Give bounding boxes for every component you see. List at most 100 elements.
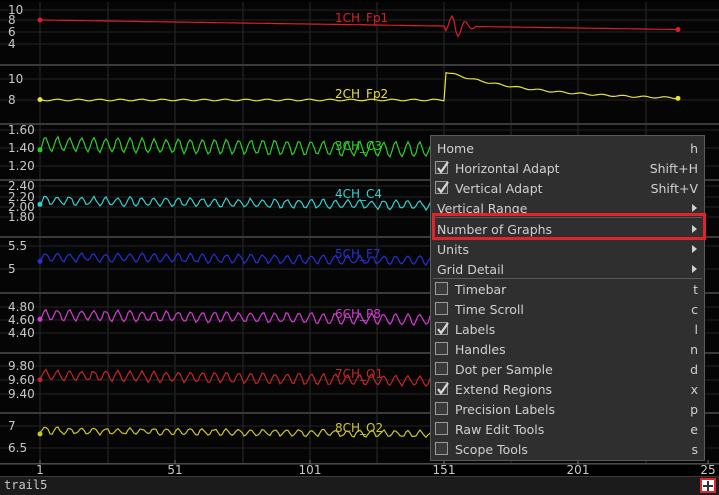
- x-axis-band: [0, 464, 719, 476]
- y-tick-label: 8: [8, 93, 16, 107]
- menu-item-shortcut: c: [691, 302, 698, 317]
- trace-name: trail5: [4, 478, 48, 492]
- checkbox[interactable]: [435, 181, 449, 194]
- checkmark-icon: [437, 322, 449, 335]
- menu-item-shortcut: n: [690, 342, 698, 357]
- submenu-arrow-icon: [692, 204, 697, 212]
- menu-item-time-scroll[interactable]: Time Scroll c: [431, 299, 704, 319]
- y-tick-label: 1.60: [8, 123, 35, 137]
- menu-item-label: Grid Detail: [437, 262, 505, 277]
- y-tick-label: 1.20: [8, 159, 35, 173]
- series-label: 4CH_C4: [335, 187, 382, 201]
- x-tick-label: 1: [36, 463, 44, 477]
- checkbox[interactable]: [435, 382, 449, 395]
- y-tick-label: 1.40: [8, 141, 35, 155]
- series-handle-dot: [37, 431, 43, 437]
- checkmark-icon: [437, 181, 449, 194]
- menu-item-shortcut: d: [690, 362, 698, 377]
- y-tick-label: 4.40: [8, 326, 35, 340]
- series-label: 2CH_Fp2: [335, 87, 388, 101]
- series-handle-dot: [37, 97, 43, 103]
- menu-item-label: Extend Regions: [455, 382, 553, 397]
- menu-item-label: Horizontal Adapt: [455, 161, 560, 176]
- menu-item-label: Labels: [455, 322, 496, 337]
- y-tick-label: 5.5: [8, 239, 27, 253]
- menu-item-vertical-adapt[interactable]: Vertical Adapt Shift+V: [431, 178, 704, 198]
- menu-item-shortcut: x: [690, 382, 698, 397]
- checkbox[interactable]: [435, 402, 448, 415]
- submenu-arrow-icon: [692, 245, 697, 253]
- menu-item-home[interactable]: Home h: [431, 138, 704, 158]
- menu-item-labels[interactable]: Labels l: [431, 319, 704, 339]
- menu-item-label: Units: [437, 242, 469, 257]
- y-tick-label: 4.60: [8, 313, 35, 327]
- menu-item-extend-regions[interactable]: Extend Regions x: [431, 379, 704, 399]
- menu-item-horizontal-adapt[interactable]: Horizontal Adapt Shift+H: [431, 158, 704, 178]
- x-tick-label: 151: [433, 463, 456, 477]
- series-handle-dot: [37, 147, 43, 153]
- menu-item-label: Vertical Adapt: [455, 181, 543, 196]
- x-tick-label: 25: [700, 463, 715, 477]
- menu-item-dot-per-sample[interactable]: Dot per Sample d: [431, 359, 704, 379]
- y-tick-label: 9.80: [8, 359, 35, 373]
- series-label: 6CH_P8: [335, 307, 381, 321]
- menu-item-shortcut: t: [693, 282, 698, 297]
- checkbox[interactable]: [435, 282, 448, 295]
- menu-item-label: Raw Edit Tools: [455, 422, 545, 437]
- y-tick-label: 6.5: [8, 441, 27, 455]
- series-handle-dot: [37, 258, 43, 264]
- menu-item-scope-tools[interactable]: Scope Tools s: [431, 439, 704, 459]
- menu-item-shortcut: Shift+H: [649, 161, 698, 176]
- context-menu: Home h Horizontal Adapt Shift+H Vertical Ada…: [430, 135, 705, 461]
- menu-item-handles[interactable]: Handles n: [431, 339, 704, 359]
- menu-item-raw-edit-tools[interactable]: Raw Edit Tools e: [431, 419, 704, 439]
- menu-item-shortcut: p: [690, 402, 698, 417]
- submenu-arrow-icon: [692, 265, 697, 273]
- y-tick-label: 5: [8, 262, 16, 276]
- series-handle-dot: [37, 17, 43, 23]
- menu-item-label: Time Scroll: [455, 302, 524, 317]
- series-handle-dot: [37, 377, 43, 383]
- series-handle-dot: [37, 316, 43, 322]
- series-handle-dot: [675, 95, 681, 101]
- y-tick-label: 10: [8, 72, 23, 86]
- series-label: 3CH_C3: [335, 139, 382, 153]
- series-label: 8CH_O2: [335, 421, 383, 435]
- y-tick-label: 4.80: [8, 300, 35, 314]
- series-handle-dot: [675, 27, 681, 32]
- checkbox[interactable]: [435, 422, 448, 435]
- x-tick-label: 201: [567, 463, 590, 477]
- checkbox[interactable]: [435, 342, 448, 355]
- menu-item-grid-detail[interactable]: Grid Detail: [431, 259, 704, 279]
- series-label: 5CH_F7: [335, 247, 381, 261]
- menu-item-timebar[interactable]: Timebar t: [431, 279, 704, 299]
- menu-item-precision-labels[interactable]: Precision Labels p: [431, 399, 704, 419]
- menu-item-label: Handles: [455, 342, 506, 357]
- add-button[interactable]: [700, 478, 716, 493]
- menu-item-shortcut: l: [694, 322, 698, 337]
- menu-item-shortcut: s: [691, 442, 698, 457]
- y-tick-label: 7: [8, 419, 16, 433]
- y-tick-label: 9.40: [8, 387, 35, 401]
- menu-item-label: Scope Tools: [455, 442, 528, 457]
- menu-item-label: Dot per Sample: [455, 362, 553, 377]
- checkbox[interactable]: [435, 322, 449, 335]
- checkbox[interactable]: [435, 362, 448, 375]
- y-tick-label: 1.80: [8, 210, 35, 224]
- menu-item-shortcut: e: [690, 422, 698, 437]
- menu-item-label: Precision Labels: [455, 402, 555, 417]
- plus-icon: [703, 480, 713, 491]
- y-tick-label: 4: [8, 37, 16, 51]
- checkbox[interactable]: [435, 442, 448, 455]
- series-handle-dot: [37, 201, 43, 207]
- y-tick-label: 9.60: [8, 373, 35, 387]
- checkmark-icon: [437, 382, 449, 395]
- series-label: 1CH_Fp1: [335, 11, 388, 25]
- checkbox[interactable]: [435, 161, 449, 174]
- x-tick-label: 51: [167, 463, 182, 477]
- menu-item-label: Home: [437, 141, 474, 156]
- menu-item-units[interactable]: Units: [431, 239, 704, 259]
- selected-item-highlight: [432, 213, 706, 240]
- menu-item-label: Timebar: [455, 282, 507, 297]
- checkbox[interactable]: [435, 302, 448, 315]
